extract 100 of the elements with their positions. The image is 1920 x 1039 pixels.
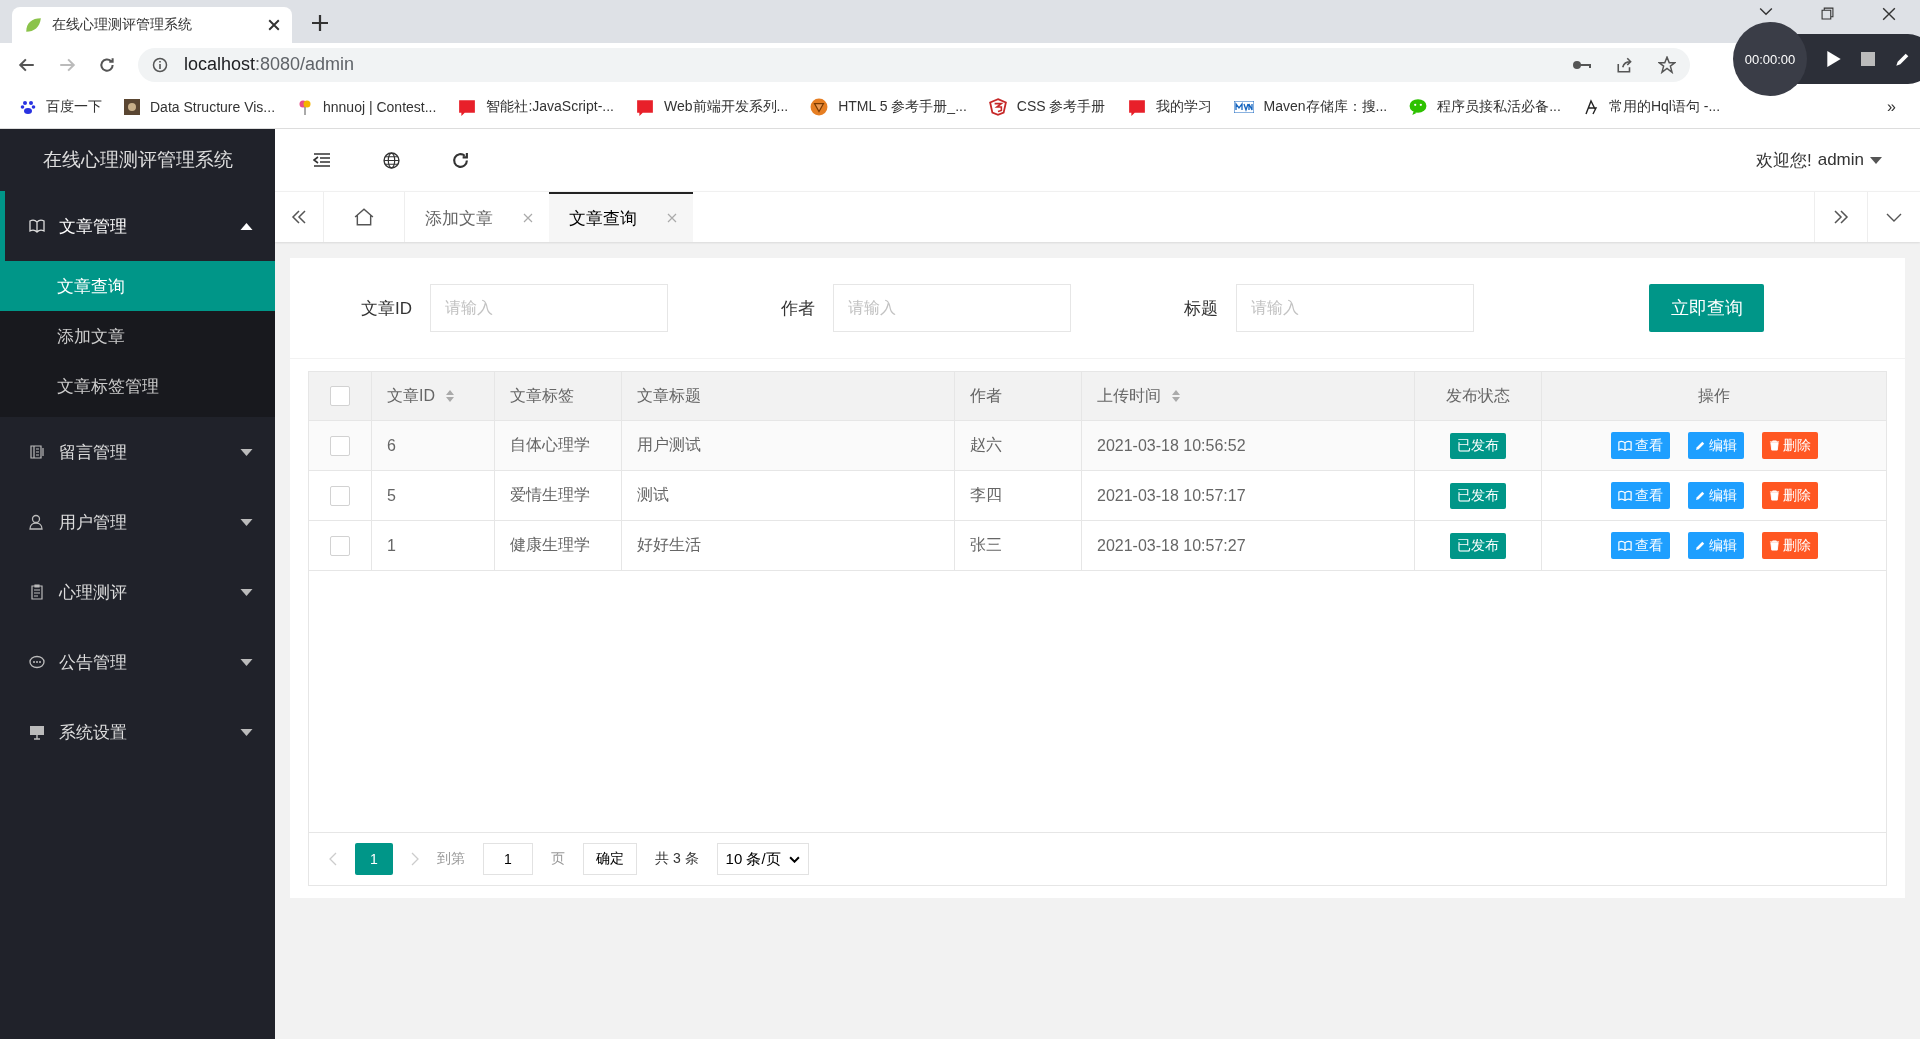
input-field[interactable]: 请输入 — [833, 284, 1071, 332]
checkbox[interactable] — [330, 535, 350, 556]
caret-icon — [240, 728, 253, 736]
input-field[interactable]: 请输入 — [1236, 284, 1474, 332]
checkbox[interactable] — [330, 386, 350, 406]
key-icon[interactable] — [1572, 58, 1592, 71]
bookmark-label: 程序员接私活必备... — [1437, 98, 1561, 116]
caret-icon — [240, 222, 253, 230]
book-icon — [636, 98, 654, 116]
bookmark-label: Data Structure Vis... — [150, 99, 275, 115]
book-icon — [1127, 98, 1146, 116]
table-cell: 2021-03-18 10:57:27 — [1097, 536, 1246, 555]
bookmark-item[interactable]: Web前端开发系列... — [636, 98, 789, 116]
menu-group[interactable]: 公告管理 — [0, 627, 275, 697]
menu-group-label: 公告管理 — [59, 651, 128, 674]
star-icon[interactable] — [1658, 55, 1676, 74]
bookmark-item[interactable]: hnnuoj | Contest... — [297, 99, 437, 115]
pencil-icon — [1694, 440, 1706, 451]
menu-group[interactable]: 用户管理 — [0, 487, 275, 557]
page-number[interactable]: 1 — [355, 843, 393, 875]
share-icon[interactable] — [1616, 55, 1634, 74]
sort-icon[interactable] — [445, 389, 455, 403]
bookmark-item[interactable]: 程序员接私活必备... — [1409, 98, 1561, 116]
bookmark-item[interactable]: Data Structure Vis... — [124, 99, 275, 115]
menu-item[interactable]: 文章标签管理 — [0, 361, 275, 411]
page-unit: 页 — [551, 850, 565, 868]
previous-page-icon[interactable] — [329, 852, 337, 866]
table-cell-text: 用户测试 — [637, 435, 701, 455]
table-cell-text: 自体心理学 — [510, 435, 590, 455]
trash-icon — [1768, 540, 1780, 551]
menu-group[interactable]: 系统设置 — [0, 697, 275, 767]
table-cell-text: 赵六 — [970, 435, 1002, 455]
caret-icon — [240, 518, 253, 526]
page-tab[interactable]: 文章查询 — [549, 192, 693, 242]
field-label: 文章ID — [360, 297, 413, 320]
checkbox[interactable] — [330, 485, 350, 506]
refresh-icon[interactable] — [452, 151, 469, 169]
balloon-icon — [297, 99, 313, 115]
table-cell-text: 爱情生理学 — [510, 485, 590, 505]
username: admin — [1817, 150, 1864, 170]
page-tab[interactable]: 添加文章 — [405, 192, 549, 242]
bookmark-item[interactable]: 常用的Hql语句 -... — [1582, 98, 1721, 116]
menu-group-label: 心理测评 — [59, 581, 128, 604]
book-icon — [1617, 540, 1632, 551]
page-size-select[interactable]: 10 条/页 — [716, 843, 809, 875]
caret-icon — [240, 588, 253, 596]
page-input[interactable]: 1 — [483, 843, 533, 875]
close-icon[interactable] — [1882, 7, 1896, 21]
menu-item[interactable]: 添加文章 — [0, 311, 275, 361]
double-chevron-right-icon — [1833, 210, 1849, 224]
chat-icon — [1409, 98, 1428, 116]
status-badge: 已发布 — [1450, 532, 1506, 559]
book-icon — [1617, 440, 1632, 451]
menu-fold-icon[interactable] — [313, 153, 331, 167]
close-icon[interactable] — [268, 19, 280, 31]
browser-tab[interactable]: 在线心理测评管理系统 — [12, 7, 292, 43]
bookmark-item[interactable]: CSS 参考手册 — [988, 98, 1106, 116]
chevron-down-icon[interactable] — [1759, 7, 1773, 17]
checkbox[interactable] — [330, 435, 350, 456]
menu-group[interactable]: 留言管理 — [0, 417, 275, 487]
restore-icon[interactable] — [1821, 7, 1834, 20]
next-page-icon[interactable] — [411, 852, 419, 866]
menu-group-label: 系统设置 — [59, 721, 128, 744]
column-header: 上传时间 — [1097, 385, 1161, 406]
bookmark-label: Web前端开发系列... — [664, 98, 789, 116]
presentation-icon — [29, 724, 45, 740]
more-bookmarks-button[interactable]: » — [1887, 98, 1896, 116]
address-bar[interactable]: localhost:8080/admin — [138, 47, 1690, 82]
bookmark-item[interactable]: Maven存储库：搜... — [1233, 98, 1388, 116]
sort-icon[interactable] — [1171, 389, 1181, 403]
bookmark-item[interactable]: HTML 5 参考手册_... — [810, 98, 967, 116]
globe-icon[interactable] — [383, 151, 400, 169]
pencil-icon — [1694, 540, 1706, 551]
bookmark-label: 我的学习 — [1155, 98, 1212, 116]
menu-group[interactable]: 心理测评 — [0, 557, 275, 627]
chevron-down-icon — [788, 855, 800, 863]
notebook-icon — [29, 444, 45, 460]
status-badge: 已发布 — [1450, 432, 1506, 459]
book-icon — [458, 98, 477, 116]
info-icon — [152, 56, 168, 73]
search-button[interactable]: 立即查询 — [1649, 284, 1764, 332]
caret-icon — [240, 448, 253, 456]
pencil-icon[interactable] — [1895, 51, 1911, 67]
bookmark-item[interactable]: 我的学习 — [1127, 98, 1212, 116]
table-cell: 5 — [387, 486, 396, 505]
user-menu[interactable]: 欢迎您! admin — [1755, 148, 1882, 172]
reload-icon[interactable] — [98, 55, 116, 74]
table-cell-text: 好好生活 — [637, 535, 701, 555]
play-icon[interactable] — [1827, 51, 1841, 67]
table-cell: 2021-03-18 10:57:17 — [1097, 486, 1246, 505]
input-field[interactable]: 请输入 — [430, 284, 668, 332]
bookmark-item[interactable]: 百度一下 — [20, 98, 102, 116]
bookmark-item[interactable]: 智能社:JavaScript-... — [458, 98, 614, 116]
new-tab-icon[interactable] — [312, 15, 328, 31]
confirm-button[interactable]: 确定 — [583, 843, 637, 875]
table-cell: 1 — [387, 536, 396, 555]
app-title: 在线心理测评管理系统 — [41, 148, 234, 172]
shield-icon — [988, 98, 1007, 116]
goto-label: 到第 — [437, 850, 465, 868]
menu-item[interactable]: 文章查询 — [0, 261, 275, 311]
